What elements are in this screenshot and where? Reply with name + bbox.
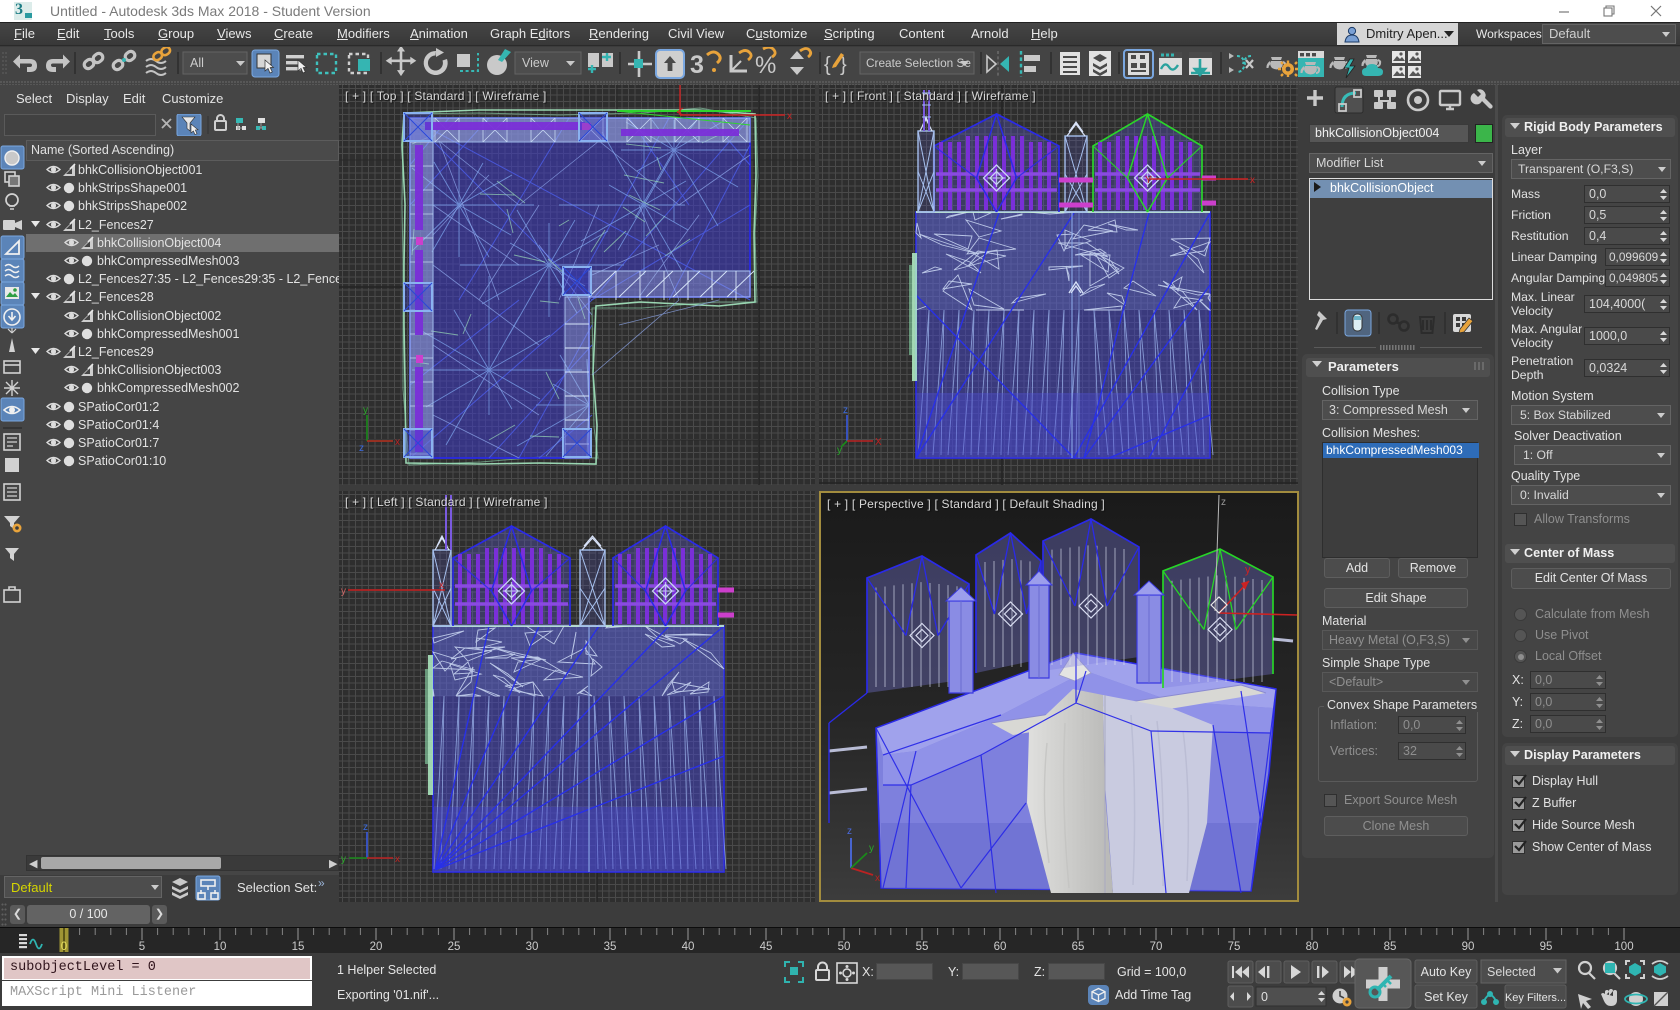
svg-text:x: x: [1250, 175, 1255, 186]
svg-text:y: y: [363, 405, 368, 416]
svg-text:3: 3: [690, 51, 704, 79]
svg-text:85: 85: [1384, 941, 1397, 953]
svg-text:100: 100: [1614, 941, 1633, 953]
svg-text:45: 45: [760, 941, 773, 953]
svg-text:80: 80: [1306, 941, 1319, 953]
svg-text:z: z: [363, 822, 368, 833]
svg-text:Selected: Selected: [1487, 965, 1536, 979]
svg-text:0: 0: [1261, 990, 1268, 1004]
svg-text:0: 0: [61, 941, 67, 953]
svg-text:x: x: [395, 437, 400, 448]
svg-text:30: 30: [526, 941, 539, 953]
svg-text:z: z: [843, 405, 848, 416]
svg-text:75: 75: [1228, 941, 1241, 953]
svg-text:55: 55: [916, 941, 929, 953]
svg-text:y: y: [837, 445, 842, 456]
svg-text:Create Selection Se: Create Selection Se: [866, 56, 971, 70]
svg-text:x: x: [395, 854, 400, 865]
svg-text:z: z: [847, 826, 852, 837]
svg-text:{: {: [824, 54, 831, 76]
svg-text:5: 5: [139, 941, 145, 953]
svg-text:All: All: [190, 56, 204, 70]
svg-text:40: 40: [682, 941, 695, 953]
svg-text:35: 35: [604, 941, 617, 953]
svg-text:z: z: [359, 443, 364, 454]
svg-text:15: 15: [292, 941, 305, 953]
svg-text:Set Key: Set Key: [1424, 990, 1469, 1004]
svg-text:x: x: [875, 873, 880, 884]
svg-text:20: 20: [370, 941, 383, 953]
svg-text:70: 70: [1150, 941, 1163, 953]
svg-text:95: 95: [1540, 941, 1553, 953]
svg-text:Key Filters...: Key Filters...: [1505, 992, 1566, 1004]
svg-text:50: 50: [838, 941, 851, 953]
svg-text:y: y: [341, 854, 346, 865]
svg-text:X: X: [875, 437, 882, 448]
svg-text:x: x: [787, 111, 792, 122]
svg-text:Y: Y: [1145, 175, 1152, 186]
svg-text:y: y: [1245, 564, 1251, 576]
svg-text:65: 65: [1072, 941, 1085, 953]
svg-text:View: View: [522, 56, 550, 70]
svg-text:y: y: [341, 586, 346, 597]
svg-text:90: 90: [1462, 941, 1475, 953]
svg-text:x: x: [439, 580, 444, 591]
svg-text:60: 60: [994, 941, 1007, 953]
svg-text:10: 10: [214, 941, 227, 953]
svg-text:z: z: [1221, 497, 1226, 508]
svg-text:25: 25: [448, 941, 461, 953]
svg-text:Auto Key: Auto Key: [1421, 965, 1472, 979]
svg-text:y: y: [869, 843, 874, 854]
